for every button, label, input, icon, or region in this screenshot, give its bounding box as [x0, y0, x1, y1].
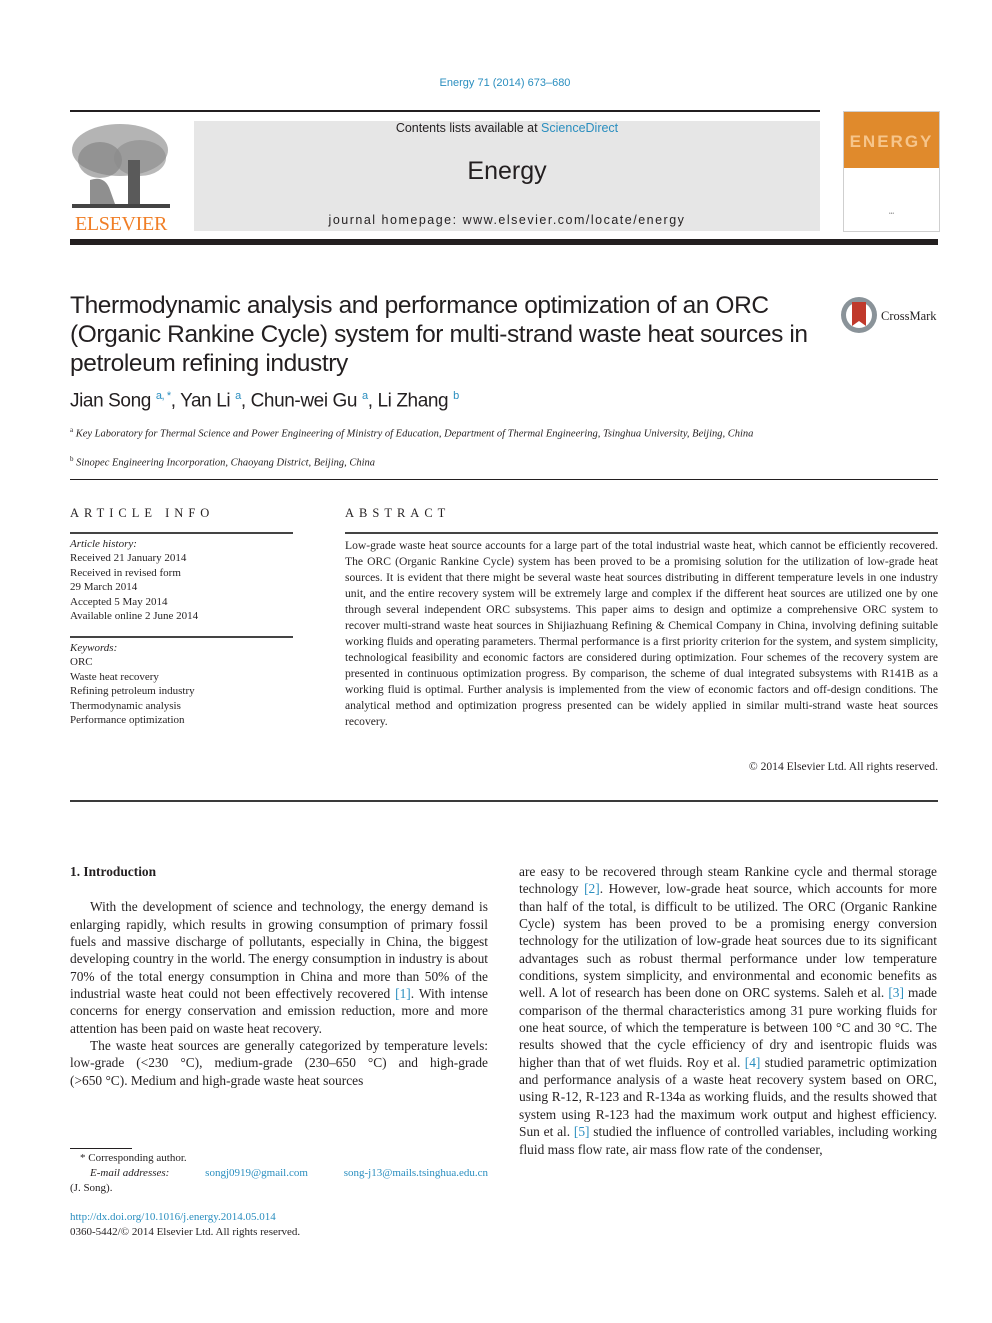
citation-link[interactable]: [1] [395, 986, 411, 1001]
paragraph: are easy to be recovered through steam R… [519, 863, 937, 1158]
history-item: Received 21 January 2014 [70, 552, 187, 565]
email-label: E-mail addresses: [90, 1167, 170, 1179]
article-title: Thermodynamic analysis and performance o… [70, 292, 808, 377]
email-line: E-mail addresses: songj0919@gmail.com so… [70, 1166, 488, 1181]
article-history-label: Article history: [70, 538, 137, 550]
paragraph: The waste heat sources are generally cat… [70, 1038, 488, 1088]
crossmark-label: CrossMark [881, 309, 937, 323]
divider [70, 532, 293, 534]
article-info-heading: ARTICLE INFO [70, 506, 215, 520]
journal-homepage-link[interactable]: journal homepage: www.elsevier.com/locat… [194, 213, 820, 227]
citation-link[interactable]: [2] [584, 881, 600, 896]
affiliation-mark: b [70, 455, 74, 463]
crossmark-button[interactable]: CrossMark [840, 296, 940, 336]
divider [70, 636, 293, 638]
keyword-item: Thermodynamic analysis [70, 699, 181, 712]
divider [70, 479, 938, 480]
paragraph-text: . However, low-grade heat source, which … [519, 881, 937, 1001]
doi-link[interactable]: http://dx.doi.org/10.1016/j.energy.2014.… [70, 1210, 300, 1225]
crossmark-icon [841, 297, 877, 333]
keyword-item: Refining petroleum industry [70, 685, 195, 698]
affiliation-b: b Sinopec Engineering Incorporation, Cha… [70, 452, 790, 471]
journal-cover-thumbnail[interactable]: ENERGY ••• [843, 111, 940, 232]
history-item: Received in revised form [70, 566, 181, 579]
affiliation-a: a Key Laboratory for Thermal Science and… [70, 423, 790, 442]
section-title: 1. Introduction [70, 864, 157, 879]
elsevier-wordmark: ELSEVIER [74, 213, 168, 235]
divider [70, 800, 938, 802]
sciencedirect-link[interactable]: ScienceDirect [541, 121, 618, 135]
author-name[interactable]: Yan Li [180, 390, 230, 411]
abstract-text: Low-grade waste heat source accounts for… [345, 539, 938, 728]
footnote: * Corresponding author. E-mail addresses… [70, 1151, 488, 1196]
affiliation-mark: a [70, 426, 74, 434]
keywords: Keywords: ORC Waste heat recovery Refini… [70, 641, 293, 727]
author-affil-mark[interactable]: b [453, 390, 459, 402]
abstract-copyright: © 2014 Elsevier Ltd. All rights reserved… [748, 760, 938, 773]
author-name[interactable]: Jian Song [70, 390, 151, 411]
citation-link[interactable]: [5] [574, 1124, 590, 1139]
paragraph: With the development of science and tech… [70, 898, 488, 1037]
citation-link[interactable]: [3] [888, 985, 904, 1000]
history-item: Accepted 5 May 2014 [70, 595, 168, 608]
journal-header-box: Contents lists available at ScienceDirec… [194, 121, 820, 231]
issn-copyright: 0360-5442/© 2014 Elsevier Ltd. All right… [70, 1226, 301, 1238]
affiliation-text: Key Laboratory for Thermal Science and P… [75, 428, 754, 440]
citation-link[interactable]: [4] [745, 1055, 761, 1070]
journal-name: Energy [467, 157, 547, 185]
cover-title: ENERGY [849, 132, 934, 151]
doi-block: http://dx.doi.org/10.1016/j.energy.2014.… [70, 1210, 300, 1240]
elsevier-tree-icon [70, 120, 172, 212]
author-name[interactable]: Li Zhang [377, 390, 448, 411]
affiliation-text: Sinopec Engineering Incorporation, Chaoy… [76, 457, 376, 469]
contents-prefix: Contents lists available at [395, 121, 542, 135]
email-link[interactable]: song-j13@mails.tsinghua.edu.cn [344, 1166, 488, 1181]
keyword-item: ORC [70, 656, 93, 669]
abstract-heading: ABSTRACT [345, 506, 451, 520]
history-item: 29 March 2014 [70, 581, 138, 594]
elsevier-logo[interactable]: ELSEVIER [70, 120, 172, 235]
keyword-item: Performance optimization [70, 714, 185, 727]
keywords-label: Keywords: [70, 642, 118, 654]
body-left-column: 1. Introduction With the development of … [70, 863, 488, 1089]
body-right-column: are easy to be recovered through steam R… [519, 863, 937, 1158]
header-top-rule [70, 110, 820, 112]
cover-footer: ••• [888, 212, 895, 217]
author-name[interactable]: Chun-wei Gu [251, 390, 358, 411]
keyword-item: Waste heat recovery [70, 670, 159, 683]
journal-citation-link[interactable]: Energy 71 (2014) 673–680 [0, 77, 992, 89]
author-affil-mark[interactable]: a [235, 390, 241, 402]
corresponding-author-note: * Corresponding author. [80, 1152, 187, 1164]
contents-line: Contents lists available at ScienceDirec… [194, 121, 820, 135]
author-affil-mark[interactable]: a, * [156, 390, 171, 402]
history-item: Available online 2 June 2014 [70, 610, 199, 623]
author-affil-mark[interactable]: a [362, 390, 368, 402]
author-list: Jian Song a, *, Yan Li a, Chun-wei Gu a,… [70, 390, 459, 412]
footnote-rule [70, 1148, 132, 1149]
divider [345, 532, 938, 534]
article-history: Article history: Received 21 January 201… [70, 537, 293, 623]
email-link[interactable]: songj0919@gmail.com [205, 1166, 308, 1181]
email-owner: (J. Song). [70, 1182, 113, 1194]
header-thick-rule [70, 239, 938, 245]
